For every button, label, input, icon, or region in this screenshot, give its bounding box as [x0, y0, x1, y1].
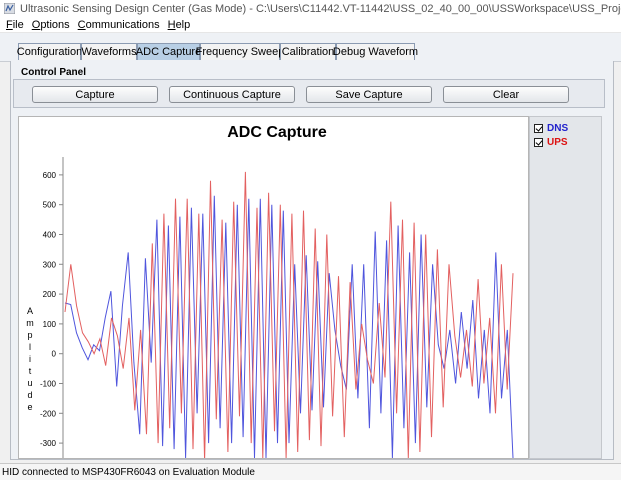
ups-checkbox[interactable]	[534, 138, 543, 147]
y-axis-label-char: e	[27, 402, 32, 412]
chart-title: ADC Capture	[227, 124, 327, 141]
menu-bar: File Options Communications Help	[0, 17, 621, 33]
control-panel-label: Control Panel	[21, 67, 87, 78]
adc-chart: ADC Capture -300 -200 -100 0 100 200 300 400 500…	[18, 116, 529, 462]
y-axis-label-char: i	[29, 354, 31, 364]
y-tick-label: 300	[43, 260, 57, 269]
y-axis-label-char: u	[27, 378, 32, 388]
y-axis-label-char: t	[29, 366, 32, 376]
legend-panel: DNS UPS	[529, 116, 602, 459]
y-axis-label-char: l	[29, 342, 31, 352]
tab-bar: Configuration Waveforms ADC Capture Freq…	[0, 33, 621, 62]
tab-frequency-sweep[interactable]: Frequency Sweep	[196, 43, 284, 60]
menu-options[interactable]: Options	[32, 19, 70, 31]
save-capture-button[interactable]: Save Capture	[306, 86, 432, 103]
tab-configuration[interactable]: Configuration	[17, 43, 82, 60]
legend-item-ups[interactable]: UPS	[534, 137, 568, 148]
clear-button[interactable]: Clear	[443, 86, 569, 103]
title-bar: Ultrasonic Sensing Design Center (Gas Mo…	[0, 0, 621, 17]
y-tick-label: 400	[43, 230, 57, 239]
menu-communications[interactable]: Communications	[78, 19, 160, 31]
app-icon	[3, 2, 16, 15]
series-line-ups	[64, 171, 514, 462]
y-axis-label-char: d	[27, 390, 32, 400]
window-title: Ultrasonic Sensing Design Center (Gas Mo…	[20, 2, 621, 15]
continuous-capture-button[interactable]: Continuous Capture	[169, 86, 295, 103]
menu-help[interactable]: Help	[168, 19, 191, 31]
y-tick-label: 500	[43, 201, 57, 210]
capture-button[interactable]: Capture	[32, 86, 158, 103]
legend-label-dns: DNS	[547, 123, 569, 134]
y-axis-label-char: A	[27, 306, 33, 316]
chart-canvas: ADC Capture -300 -200 -100 0 100 200 300 400 500…	[26, 124, 514, 462]
y-tick-label: 200	[43, 290, 57, 299]
plot-area	[64, 171, 514, 462]
y-tick-label: 0	[52, 350, 57, 359]
y-axis-label: Amplitude	[26, 306, 34, 412]
status-bar: HID connected to MSP430FR6043 on Evaluat…	[0, 463, 621, 480]
y-tick-label: -200	[40, 409, 57, 418]
y-tick-label: 600	[43, 171, 57, 180]
y-tick-label: -100	[40, 379, 57, 388]
legend-item-dns[interactable]: DNS	[534, 123, 568, 134]
legend-label-ups: UPS	[547, 137, 568, 148]
y-tick-label: 100	[43, 320, 57, 329]
y-axis-ticks: -300 -200 -100 0 100 200 300 400 500 600	[40, 171, 63, 448]
menu-file[interactable]: File	[6, 19, 24, 31]
y-axis-label-char: p	[27, 330, 32, 340]
y-axis-label-char: m	[26, 318, 34, 328]
y-tick-label: -300	[40, 439, 57, 448]
tab-calibration[interactable]: Calibration	[280, 43, 336, 60]
dns-checkbox[interactable]	[534, 124, 543, 133]
tab-waveforms[interactable]: Waveforms	[81, 43, 137, 60]
status-text: HID connected to MSP430FR6043 on Evaluat…	[2, 466, 255, 478]
tab-adc-capture[interactable]: ADC Capture	[136, 43, 201, 60]
tab-debug-waveform[interactable]: Debug Waveform	[333, 43, 418, 60]
